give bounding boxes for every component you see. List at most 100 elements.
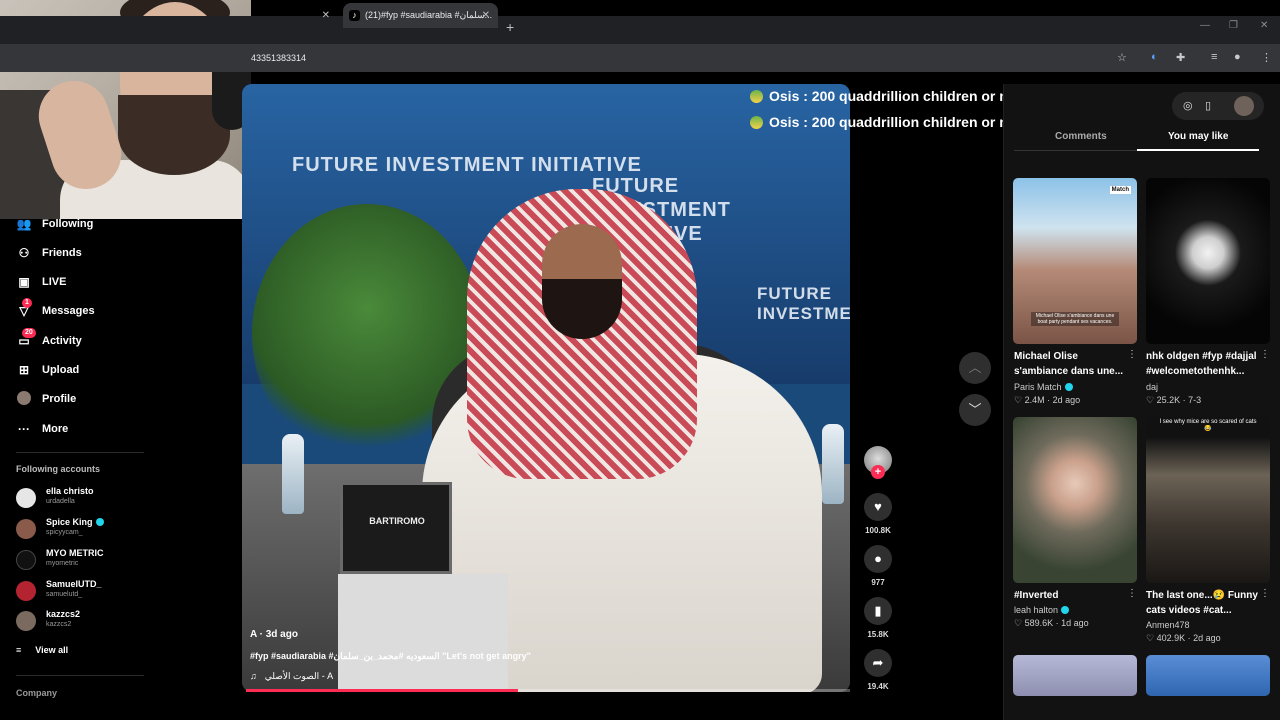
account-name: kazzcs2 <box>46 609 81 619</box>
banner-text: FUTURE INVESTMENT <box>757 284 850 323</box>
card-stats: ♡ 402.9K · 2d ago <box>1146 633 1221 643</box>
close-window-icon[interactable]: ✕ <box>1260 20 1268 31</box>
caption-overlay-line: Osis : 200 quaddrillion children or mbs <box>750 88 1028 104</box>
sidebar-divider <box>16 675 144 676</box>
card-author[interactable]: daj <box>1146 382 1158 392</box>
video-thumbnail[interactable]: I see why mice are so scared of cats😂 <box>1146 417 1270 583</box>
account-name: MYO METRIC <box>46 548 104 558</box>
card-title[interactable]: nhk oldgen #fyp #dajjal #welcometothenhk… <box>1146 349 1264 379</box>
close-tab-icon[interactable]: ✕ <box>322 3 330 28</box>
sidebar-item-following[interactable]: 👥 Following <box>16 213 94 235</box>
extension-icon[interactable]: ◐ <box>1151 51 1158 63</box>
card-author[interactable]: Anmen478 <box>1146 620 1190 630</box>
video-thumbnail[interactable] <box>1146 655 1270 696</box>
maximize-icon[interactable]: ❐ <box>1229 20 1238 31</box>
verified-icon <box>1061 606 1070 614</box>
video-author[interactable]: A · 3d ago <box>250 629 298 640</box>
tiktok-favicon-icon: ♪ <box>349 10 360 21</box>
company-link[interactable]: Company <box>16 688 57 698</box>
thumbnail-caption: I see why mice are so scared of cats😂 <box>1159 419 1257 432</box>
caption-overlay-line: Osis : 200 quaddrillion children or mbs <box>750 114 1028 130</box>
sidebar-item-friends[interactable]: ⚇ Friends <box>16 242 82 264</box>
video-thumbnail[interactable]: Match Michael Olise s'ambiance dans une … <box>1013 178 1137 344</box>
star-icon[interactable]: ☆ <box>1117 51 1127 64</box>
more-options-icon[interactable]: ⋮ <box>1127 349 1137 360</box>
compass-icon[interactable]: ◎ <box>1183 99 1193 112</box>
next-video-button[interactable]: ﹀ <box>959 394 991 426</box>
save-count: 15.8K <box>867 630 889 639</box>
messages-badge: 1 <box>22 298 32 308</box>
sidebar-item-label: LIVE <box>42 276 67 288</box>
comment-action[interactable]: ● 977 <box>864 545 892 587</box>
card-author[interactable]: Paris Match <box>1014 382 1073 392</box>
media-icon[interactable]: ≡ <box>1211 51 1217 63</box>
music-note-icon: ♫ <box>250 671 257 681</box>
save-action[interactable]: ▮ 15.8K <box>864 597 892 639</box>
url-input[interactable]: 43351383314 <box>251 53 306 63</box>
card-author[interactable]: leah halton <box>1014 605 1070 615</box>
sidebar-item-upload[interactable]: ⊞ Upload <box>16 359 79 381</box>
browser-tab-active[interactable]: ♪ (21)#fyp #saudiarabia #سلمان... ✕ <box>343 3 498 28</box>
sidebar-item-label: Profile <box>42 393 77 405</box>
more-options-icon[interactable]: ⋮ <box>1127 588 1137 599</box>
card-stats: ♡ 589.6K · 1d ago <box>1014 618 1089 628</box>
browser-tab-bar <box>0 16 1280 44</box>
video-player[interactable]: FUTURE INVESTMENT INITIATIVE FUTURE INVE… <box>242 84 850 692</box>
view-all-link[interactable]: ≡ View all <box>16 645 68 655</box>
avatar <box>16 519 36 539</box>
card-title[interactable]: Michael Olise s'ambiance dans une... <box>1014 349 1132 379</box>
sidebar-item-more[interactable]: ··· More <box>16 418 68 440</box>
device-icon[interactable]: ▯ <box>1205 99 1211 112</box>
sidebar-item-label: Upload <box>42 364 80 376</box>
video-thumbnail[interactable] <box>1146 178 1270 344</box>
video-thumbnail[interactable] <box>1013 655 1137 696</box>
following-accounts-title: Following accounts <box>16 464 101 474</box>
banner-text: FUTURE INVESTMENT INITIATIVE <box>292 154 642 176</box>
close-tab-icon[interactable]: ✕ <box>482 3 490 28</box>
avatar <box>16 488 36 508</box>
video-caption: #fyp #saudiarabia #السعوديه #محمد_بن_سلم… <box>250 651 531 661</box>
like-action[interactable]: ♥ 100.8K <box>864 493 892 535</box>
sidebar-item-activity[interactable]: ▭ 20 Activity <box>16 328 82 352</box>
browser-tab-inactive[interactable]: ✕ <box>252 3 338 28</box>
share-count: 19.4K <box>867 682 889 691</box>
friends-icon: ⚇ <box>18 246 30 260</box>
video-thumbnail[interactable] <box>1013 417 1137 583</box>
video-progress-bar[interactable] <box>246 689 850 692</box>
follow-plus-icon[interactable]: + <box>871 465 885 479</box>
like-count: 100.8K <box>865 526 891 535</box>
emoji-icon <box>750 90 763 103</box>
bookmark-icon[interactable]: ▮ <box>864 597 892 625</box>
account-name: Spice King <box>46 517 104 527</box>
sidebar-item-messages[interactable]: ▽ 1 Messages <box>16 298 95 322</box>
card-title[interactable]: #Inverted <box>1014 588 1132 603</box>
tab-comments[interactable]: Comments <box>1055 131 1107 142</box>
card-title[interactable]: The last one...😢 Funny cats videos #cat.… <box>1146 588 1264 618</box>
user-avatar[interactable] <box>1234 96 1254 116</box>
video-sound[interactable]: ♫ الصوت الأصلي - A <box>250 671 333 682</box>
sidebar-item-live[interactable]: ▣ LIVE <box>16 271 66 293</box>
share-action[interactable]: ➦ 19.4K <box>864 649 892 691</box>
menu-icon[interactable]: ⋮ <box>1261 51 1272 64</box>
previous-video-button[interactable]: ︿ <box>959 352 991 384</box>
activity-badge: 20 <box>22 328 36 338</box>
new-tab-button[interactable]: + <box>506 19 514 35</box>
account-name: SamuelUTD_ <box>46 579 102 589</box>
heart-icon[interactable]: ♥ <box>864 493 892 521</box>
sidebar-item-label: Friends <box>42 247 82 259</box>
minimize-icon[interactable]: — <box>1200 20 1210 31</box>
more-options-icon[interactable]: ⋮ <box>1260 349 1270 360</box>
card-stats: ♡ 25.2K · 7-3 <box>1146 395 1202 405</box>
account-name: ella christo <box>46 486 94 496</box>
activity-icon: ▭ 20 <box>16 328 36 348</box>
account-handle: spicyycam_ <box>46 529 83 536</box>
sidebar-divider <box>16 452 144 453</box>
tab-you-may-like[interactable]: You may like <box>1168 131 1228 142</box>
puzzle-icon[interactable]: ✚ <box>1176 51 1185 64</box>
profile-flag-icon[interactable]: ● <box>1234 51 1241 63</box>
avatar <box>16 611 36 631</box>
sidebar-item-profile[interactable]: Profile <box>16 388 76 410</box>
comment-icon[interactable]: ● <box>864 545 892 573</box>
more-options-icon[interactable]: ⋮ <box>1260 588 1270 599</box>
share-icon[interactable]: ➦ <box>864 649 892 677</box>
